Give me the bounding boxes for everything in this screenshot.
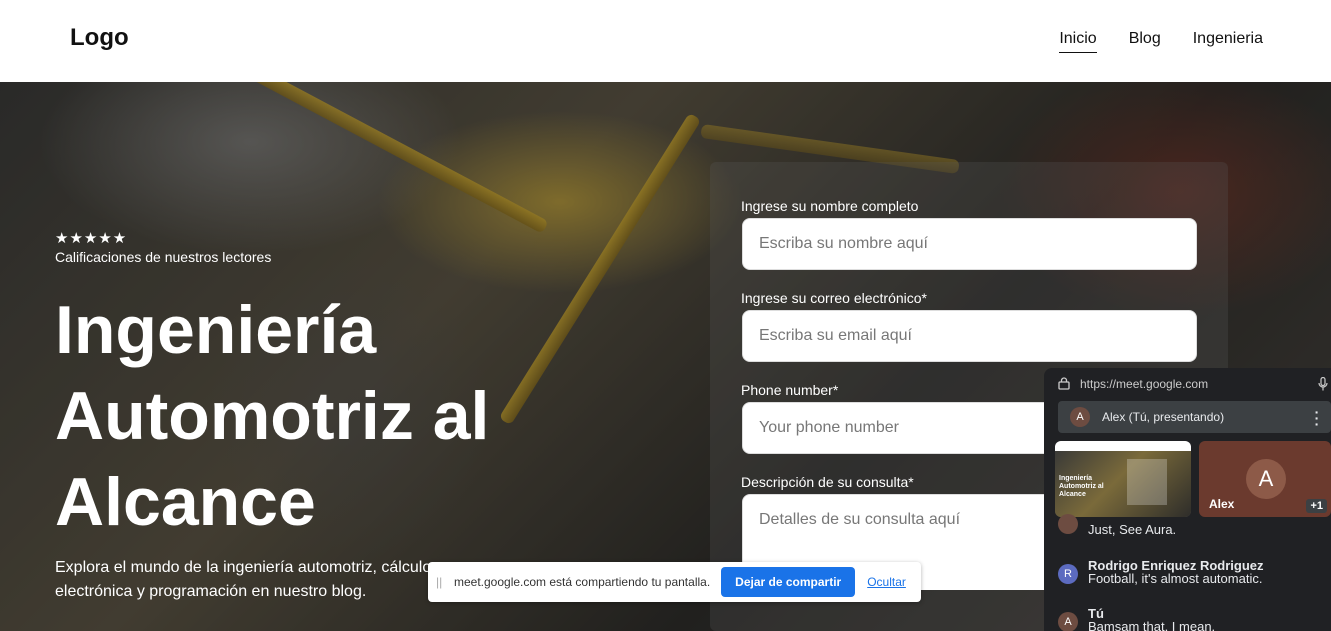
camera-tile[interactable]: A Alex +1 (1199, 441, 1331, 517)
more-options-icon[interactable]: · · · (1314, 405, 1320, 431)
chat-message: R Rodrigo Enriquez Rodriguez Football, i… (1058, 558, 1331, 590)
screen-share-tile[interactable]: Ingeniería Automotriz al Alcance (1055, 441, 1191, 517)
nav-item-inicio[interactable]: Inicio (1059, 30, 1097, 53)
stop-sharing-button[interactable]: Dejar de compartir (721, 567, 856, 597)
participant-name: Alex (1209, 497, 1235, 511)
drag-handle-icon[interactable]: || (436, 575, 448, 589)
avatar: A (1246, 459, 1286, 499)
nav-item-ingenieria[interactable]: Ingenieria (1193, 30, 1263, 53)
chat-text: Football, it's almost automatic. (1088, 571, 1263, 586)
lock-icon (1058, 377, 1070, 390)
meet-url-bar: https://meet.google.com (1044, 368, 1331, 400)
avatar (1058, 514, 1078, 534)
rating-label: Calificaciones de nuestros lectores (55, 249, 272, 265)
main-nav: Inicio Blog Ingenieria (1059, 30, 1263, 53)
extra-participants-badge[interactable]: +1 (1306, 499, 1327, 513)
microphone-icon[interactable] (1318, 377, 1328, 391)
rating-stars: ★★★★★ (55, 230, 128, 247)
site-header: Logo Inicio Blog Ingenieria (0, 0, 1331, 82)
meet-panel: https://meet.google.com A Alex (Tú, pres… (1044, 368, 1331, 631)
presenter-row[interactable]: A Alex (Tú, presentando) · · · (1058, 401, 1331, 433)
phone-label: Phone number* (741, 382, 839, 398)
hero-title: Ingeniería Automotriz al Alcance (55, 292, 490, 540)
nav-item-blog[interactable]: Blog (1129, 30, 1161, 53)
presenter-name: Alex (Tú, presentando) (1102, 410, 1225, 424)
meet-url: https://meet.google.com (1080, 377, 1209, 391)
preview-header (1055, 441, 1191, 451)
name-input[interactable] (742, 218, 1197, 270)
hero-description: Explora el mundo de la ingeniería automo… (55, 559, 432, 600)
avatar: A (1070, 407, 1090, 427)
avatar: R (1058, 564, 1078, 584)
avatar: A (1058, 612, 1078, 631)
share-message: meet.google.com está compartiendo tu pan… (454, 575, 711, 589)
chat-message: A Tú Bamsam that, I mean. (1058, 606, 1331, 631)
email-label: Ingrese su correo electrónico* (741, 290, 927, 306)
screen-share-bar: || meet.google.com está compartiendo tu … (428, 562, 921, 602)
description-label: Descripción de su consulta* (741, 474, 914, 490)
site-logo[interactable]: Logo (70, 24, 129, 52)
chat-message: Just, See Aura. (1058, 514, 1331, 538)
chat-text: Bamsam that, I mean. (1088, 619, 1216, 631)
preview-form (1127, 459, 1167, 505)
preview-title: Ingeniería Automotriz al Alcance (1059, 475, 1104, 498)
email-input[interactable] (742, 310, 1197, 362)
chat-text: Just, See Aura. (1088, 522, 1177, 537)
name-label: Ingrese su nombre completo (741, 198, 919, 214)
hide-share-bar-link[interactable]: Ocultar (867, 575, 906, 589)
